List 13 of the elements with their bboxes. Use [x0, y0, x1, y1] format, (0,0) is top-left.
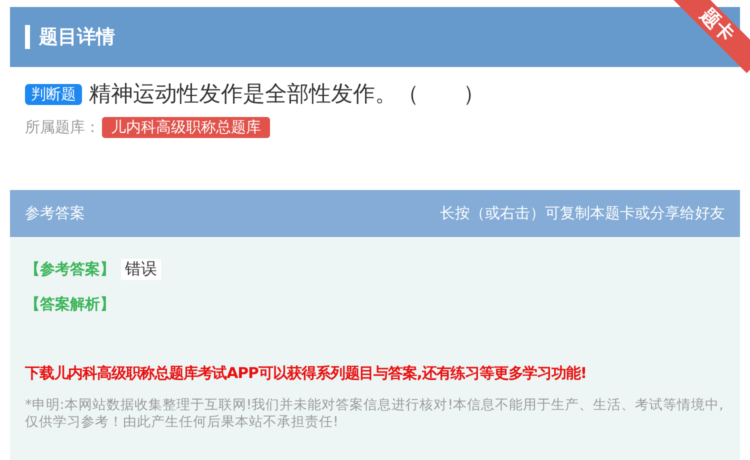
question-type-badge: 判断题 — [25, 84, 82, 104]
answer-header-title: 参考答案 — [25, 204, 85, 223]
source-label: 所属题库： — [25, 118, 100, 137]
question-bank-tag[interactable]: 儿内科高级职称总题库 — [102, 117, 270, 138]
disclaimer-text: *申明:本网站数据收集整理于互联网!我们并未能对答案信息进行核对!本信息不能用于生产、生活、考试等情境中,仅供学习参考！由此产生任何后果本站不承担责任! — [25, 397, 724, 431]
title-marker — [25, 25, 30, 49]
answer-text: 错误 — [121, 259, 161, 280]
app-promo-text: 下载儿内科高级职称总题库考试APP可以获得系列题目与答案,还有练习等更多学习功能! — [25, 364, 588, 383]
answer-label: 【参考答案】 — [25, 260, 115, 279]
analysis-label: 【答案解析】 — [25, 295, 115, 313]
share-hint: 长按（或右击）可复制本题卡或分享给好友 — [440, 204, 725, 223]
question-text: 精神运动性发作是全部性发作。（ ） — [89, 81, 485, 109]
header-title: 题目详情 — [39, 25, 115, 50]
